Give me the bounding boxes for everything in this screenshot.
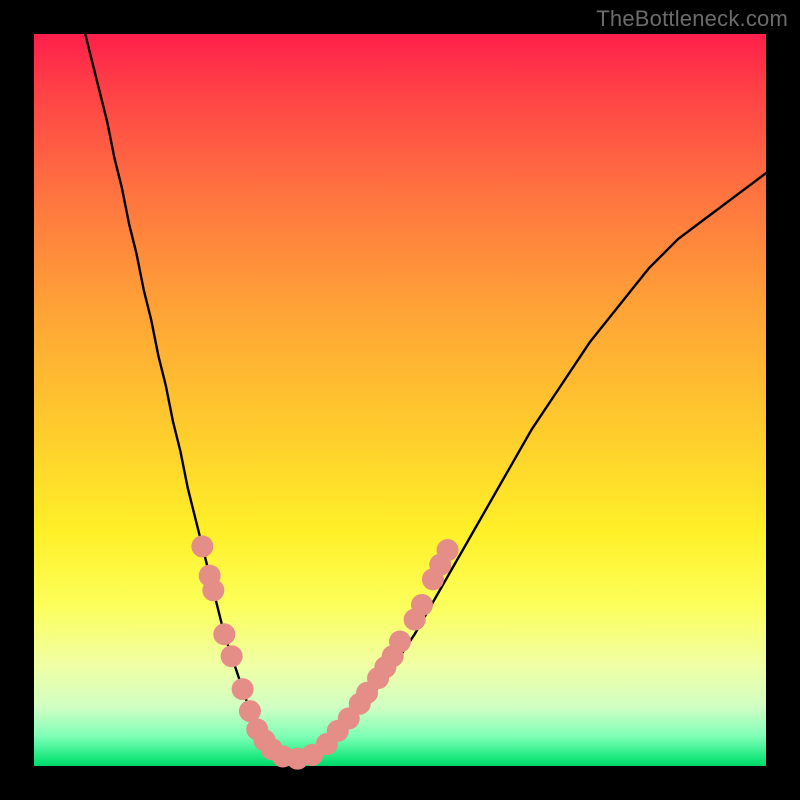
- data-marker: [202, 579, 224, 601]
- marker-group: [191, 535, 458, 769]
- curve-layer: [34, 34, 766, 766]
- data-marker: [389, 631, 411, 653]
- chart-frame: TheBottleneck.com: [0, 0, 800, 800]
- data-marker: [191, 535, 213, 557]
- data-marker: [221, 645, 243, 667]
- watermark-text: TheBottleneck.com: [596, 6, 788, 32]
- data-marker: [213, 623, 235, 645]
- data-marker: [411, 594, 433, 616]
- data-marker: [437, 539, 459, 561]
- data-marker: [232, 678, 254, 700]
- bottleneck-curve: [85, 34, 766, 759]
- plot-area: [34, 34, 766, 766]
